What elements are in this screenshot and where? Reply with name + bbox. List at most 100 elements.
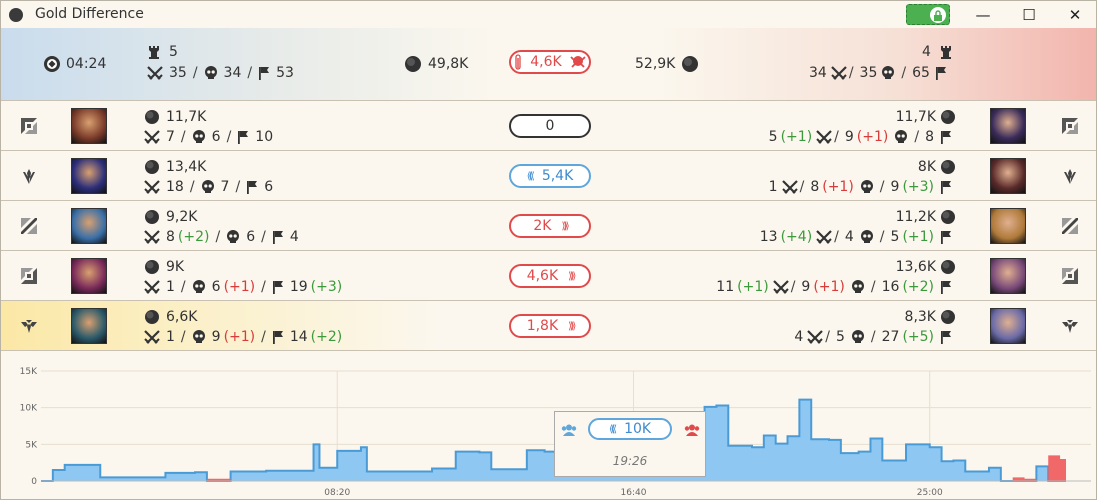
blue-kda: 18 / 7 / 6: [144, 179, 273, 195]
delta-kd: (+2): [177, 229, 210, 245]
skull-icon: [192, 130, 205, 143]
close-button[interactable]: ✕: [1052, 1, 1097, 28]
swords-icon: [816, 230, 832, 244]
kills-value: 5: [768, 129, 778, 145]
swords-icon: [144, 280, 160, 294]
red-champion-portrait[interactable]: [990, 258, 1026, 294]
separator: /: [235, 179, 241, 195]
delta-ad: (+3): [902, 179, 934, 195]
gold-diff-chart[interactable]: 15K 10K 5K 0 08:20 16:40 25:00: [1, 353, 1096, 499]
red-kda: 1 / 8 (+1) / 9 (+3): [769, 179, 952, 195]
red-gold: 8,3K: [905, 309, 956, 325]
assists-value: 9: [890, 179, 900, 195]
maximize-button[interactable]: ☐: [1006, 1, 1052, 28]
lane-gold-diff: 2K ⟫⟫: [509, 214, 591, 238]
swords-icon: [144, 230, 160, 244]
lane-gold-diff: ⟪⟪ 5,4K: [509, 164, 591, 188]
delta-dd: (+1): [856, 129, 889, 145]
lane-gold-diff: 4,6K ⟫⟫: [509, 264, 591, 288]
deaths-value: 6: [211, 129, 221, 145]
separator: /: [870, 279, 876, 295]
lane-row-support[interactable]: 6,6K 1 / 9 (+1) / 14 (+2) 1,8K ⟫⟫ 8,3K 4 / …: [1, 301, 1096, 351]
deaths-value: 7: [220, 179, 230, 195]
kills-value: 13: [759, 229, 778, 245]
chevrons-left-icon: ⟪⟪: [526, 170, 535, 182]
minimize-button[interactable]: —: [960, 1, 1006, 28]
blue-champion-portrait[interactable]: [71, 308, 107, 344]
blue-champion-portrait[interactable]: [71, 258, 107, 294]
separator: /: [879, 229, 885, 245]
separator: /: [825, 329, 830, 345]
flag-icon: [272, 231, 283, 244]
flag-icon: [272, 331, 283, 344]
gold-diff-chart-svg[interactable]: 15K 10K 5K 0 08:20 16:40 25:00: [1, 353, 1096, 499]
tower-icon: [149, 46, 159, 59]
lane-row-bot[interactable]: 9K 1 / 6 (+1) / 19 (+3) 4,6K ⟫⟫ 13,6K 11 (+1…: [1, 251, 1096, 301]
gold-coin-icon: [941, 310, 955, 324]
assists-value: 19: [289, 279, 308, 295]
game-timer: 04:24: [43, 55, 106, 73]
kills-value: 11: [716, 279, 735, 295]
gold-coin-icon: [941, 160, 955, 174]
red-kda: 5 (+1) / 9 (+1) / 8: [769, 129, 952, 145]
flag-icon: [238, 131, 249, 144]
chevrons-right-icon: ⟫⟫: [568, 320, 576, 332]
deaths-value: 4: [844, 229, 854, 245]
y-tick-label: 5K: [25, 440, 38, 450]
assists-value: 4: [289, 229, 299, 245]
delta-kd: (+4): [780, 229, 813, 245]
skull-icon: [204, 66, 217, 79]
assists-value: 14: [289, 329, 308, 345]
swords-icon: [807, 330, 824, 344]
separator: /: [261, 329, 266, 345]
deaths-value: 8: [810, 179, 820, 195]
skull-icon: [860, 180, 873, 193]
tower-icon: [940, 46, 951, 59]
deaths-value: 6: [246, 229, 256, 245]
lane-row-top[interactable]: 11,7K 7 / 6 / 10 0 11,7K 5 (+1) / 9 (+1) /…: [1, 101, 1096, 151]
red-champion-portrait[interactable]: [990, 158, 1026, 194]
blue-kda: 7 / 6 / 10: [144, 129, 273, 145]
lane-row-jungle[interactable]: 13,4K 18 / 7 / 6 ⟪⟪ 5,4K 8K 1 / 8 (+1) / 9…: [1, 151, 1096, 201]
delta-ad: (+2): [902, 279, 934, 295]
swords-icon: [781, 180, 798, 194]
red-champion-portrait[interactable]: [990, 308, 1026, 344]
blue-champion-portrait[interactable]: [71, 208, 107, 244]
lane-gold-diff: 0: [509, 114, 591, 138]
skull-icon: [882, 66, 895, 79]
kills-value: 18: [166, 179, 184, 195]
delta-ad: (+3): [310, 279, 343, 295]
gold-coin-icon: [145, 210, 159, 224]
separator: /: [879, 179, 885, 195]
assists-value: 27: [881, 329, 900, 345]
red-champion-portrait[interactable]: [990, 108, 1026, 144]
support-lane-icon: [19, 316, 39, 336]
swords-icon: [831, 66, 847, 80]
chevrons-left-icon: ⟪⟪: [608, 423, 617, 435]
skull-icon: [895, 130, 908, 143]
deaths-value: 5: [835, 329, 845, 345]
app-logo-icon: [9, 8, 23, 22]
red-champion-portrait[interactable]: [990, 208, 1026, 244]
blue-kda: 1 / 9 (+1) / 14 (+2): [144, 329, 342, 345]
blue-gold: 9K: [144, 259, 184, 275]
support-lane-icon: [1060, 316, 1080, 336]
blue-gold: 13,4K: [144, 159, 206, 175]
lane-row-mid[interactable]: 9,2K 8 (+2) / 6 / 4 2K ⟫⟫ 11,2K 13 (+4) / 4…: [1, 201, 1096, 251]
skull-icon: [860, 230, 873, 243]
separator: /: [180, 129, 186, 145]
x-tick-label: 25:00: [917, 488, 943, 498]
gold-coin-icon: [405, 56, 421, 72]
timer-icon: [44, 56, 60, 72]
delta-kd: (+1): [737, 279, 769, 295]
flag-icon: [272, 281, 283, 294]
delta-dd: (+1): [822, 179, 854, 195]
flag-icon: [941, 231, 951, 244]
lock-toggle[interactable]: [906, 4, 950, 25]
title-bar[interactable]: Gold Difference — ☐ ✕: [1, 1, 1096, 28]
blue-champion-portrait[interactable]: [71, 108, 107, 144]
separator: /: [180, 279, 186, 295]
blue-champion-portrait[interactable]: [71, 158, 107, 194]
chevrons-right-icon: ⟫⟫: [561, 220, 569, 232]
skull-icon: [201, 180, 214, 193]
